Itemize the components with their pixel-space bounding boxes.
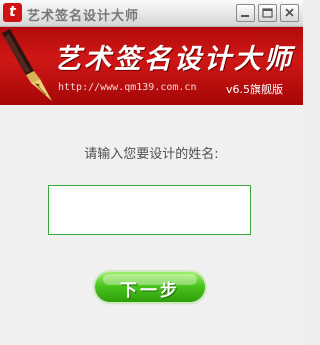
next-button-label: 下一步 <box>120 281 180 301</box>
app-window: t 艺术签名设计大师 艺术签名设计大师 http://www.qm139.com… <box>0 0 303 345</box>
window-title: 艺术签名设计大师 <box>27 9 140 24</box>
title-bar[interactable]: t 艺术签名设计大师 <box>0 0 303 27</box>
next-button[interactable]: 下一步 <box>95 272 205 302</box>
minimize-button[interactable] <box>236 4 255 22</box>
minimize-icon <box>241 15 249 17</box>
version-label: v6.5旗舰版 <box>226 83 284 96</box>
fountain-pen-icon <box>2 29 52 101</box>
maximize-button[interactable] <box>258 4 277 22</box>
name-prompt: 请输入您要设计的姓名: <box>84 147 219 162</box>
maximize-icon <box>262 8 273 18</box>
close-button[interactable] <box>280 4 299 22</box>
banner-url: http://www.qm139.com.cn <box>58 82 197 93</box>
name-input[interactable] <box>48 185 251 235</box>
banner: 艺术签名设计大师 http://www.qm139.com.cn v6.5旗舰版 <box>0 27 303 105</box>
banner-title: 艺术签名设计大师 <box>54 44 294 75</box>
close-icon <box>285 8 294 17</box>
app-icon: t <box>3 3 22 22</box>
